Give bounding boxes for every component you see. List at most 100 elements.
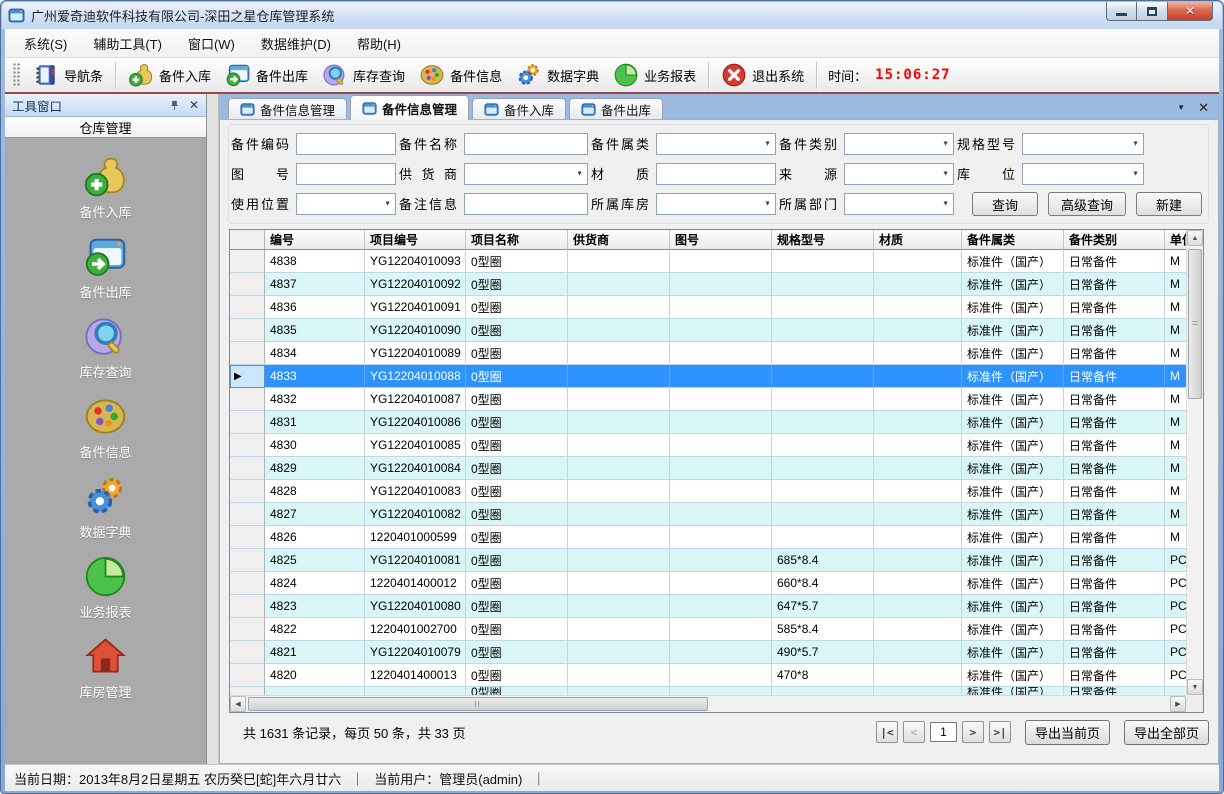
table-row[interactable]: 4829YG122040100840型圈标准件（国产）日常备件M bbox=[230, 457, 1186, 480]
column-header-4[interactable]: 供货商 bbox=[568, 230, 670, 250]
row-selector[interactable] bbox=[230, 388, 265, 411]
title-bar[interactable]: 广州爱奇迪软件科技有限公司-深田之星仓库管理系统 ✕ bbox=[2, 2, 1222, 29]
table-row[interactable]: 4834YG122040100890型圈标准件（国产）日常备件M bbox=[230, 342, 1186, 365]
part-category-select[interactable]: ▼ bbox=[656, 133, 776, 155]
table-row[interactable]: 482412204014000120型圈660*8.4标准件（国产）日常备件PC bbox=[230, 572, 1186, 595]
sidebar-item-stock-query[interactable]: 库存查询 bbox=[46, 314, 166, 381]
material-input[interactable] bbox=[656, 163, 776, 185]
sidebar-item-part-inbound[interactable]: 备件入库 bbox=[46, 154, 166, 221]
scroll-up-icon[interactable]: ▲ bbox=[1187, 230, 1203, 246]
new-button[interactable]: 新建 bbox=[1136, 192, 1202, 216]
menu-item-window[interactable]: 窗口(W) bbox=[175, 30, 248, 57]
menu-item-help[interactable]: 帮助(H) bbox=[344, 30, 414, 57]
row-selector[interactable] bbox=[230, 342, 265, 365]
part-code-input[interactable] bbox=[296, 133, 396, 155]
row-selector[interactable] bbox=[230, 411, 265, 434]
row-selector[interactable] bbox=[230, 434, 265, 457]
table-row[interactable]: 482212204010027000型圈585*8.4标准件（国产）日常备件PC bbox=[230, 618, 1186, 641]
sidebar-splitter[interactable] bbox=[207, 94, 219, 764]
vertical-scroll-thumb[interactable] bbox=[1188, 249, 1202, 399]
column-header-9[interactable]: 备件类别 bbox=[1064, 230, 1165, 250]
row-selector[interactable] bbox=[230, 572, 265, 595]
table-row[interactable]: 4828YG122040100830型圈标准件（国产）日常备件M bbox=[230, 480, 1186, 503]
menu-item-data-maintenance[interactable]: 数据维护(D) bbox=[248, 30, 344, 57]
scroll-right-icon[interactable]: ▶ bbox=[1170, 696, 1186, 712]
advanced-query-button[interactable]: 高级查询 bbox=[1048, 192, 1126, 216]
column-header-3[interactable]: 项目名称 bbox=[466, 230, 568, 250]
table-row[interactable]: 4836YG122040100910型圈标准件（国产）日常备件M bbox=[230, 296, 1186, 319]
row-selector[interactable] bbox=[230, 319, 265, 342]
toolbar-button-part-info[interactable]: 备件信息 bbox=[412, 59, 509, 91]
vertical-scrollbar[interactable]: ▲ ▼ bbox=[1186, 230, 1203, 695]
figure-no-input[interactable] bbox=[296, 163, 396, 185]
export-all-pages-button[interactable]: 导出全部页 bbox=[1124, 720, 1209, 745]
sidebar-item-part-outbound[interactable]: 备件出库 bbox=[46, 234, 166, 301]
column-header-10[interactable]: 单位 bbox=[1165, 230, 1186, 250]
row-selector[interactable] bbox=[230, 273, 265, 296]
row-selector[interactable] bbox=[230, 503, 265, 526]
table-row[interactable]: 4832YG122040100870型圈标准件（国产）日常备件M bbox=[230, 388, 1186, 411]
row-selector[interactable] bbox=[230, 618, 265, 641]
table-row[interactable]: 482612204010005990型圈标准件（国产）日常备件M bbox=[230, 526, 1186, 549]
row-selector[interactable] bbox=[230, 687, 265, 695]
pin-icon[interactable] bbox=[169, 100, 180, 111]
table-row[interactable]: 0型圈标准件（国产）日常备件 bbox=[230, 687, 1186, 695]
tab-part-info-mgmt-1[interactable]: 备件信息管理 bbox=[228, 98, 347, 120]
row-selector[interactable] bbox=[230, 480, 265, 503]
menu-item-system[interactable]: 系统(S) bbox=[11, 30, 80, 57]
scroll-down-icon[interactable]: ▼ bbox=[1187, 679, 1203, 695]
source-select[interactable]: ▼ bbox=[844, 163, 954, 185]
column-header-1[interactable]: 编号 bbox=[265, 230, 365, 250]
tab-list-dropdown-icon[interactable]: ▼ bbox=[1177, 103, 1185, 112]
row-selector[interactable] bbox=[230, 595, 265, 618]
spec-model-select[interactable]: ▼ bbox=[1022, 133, 1144, 155]
table-row[interactable]: 4823YG122040100800型圈647*5.7标准件（国产）日常备件PC bbox=[230, 595, 1186, 618]
last-page-button[interactable]: >| bbox=[989, 721, 1011, 743]
remark-input[interactable] bbox=[464, 193, 588, 215]
tab-close-icon[interactable]: ✕ bbox=[1198, 101, 1209, 114]
minimize-button[interactable] bbox=[1106, 2, 1137, 21]
toolbar-button-business-report[interactable]: 业务报表 bbox=[606, 59, 703, 91]
row-selector[interactable] bbox=[230, 526, 265, 549]
toolbar-button-exit-system[interactable]: 退出系统 bbox=[714, 59, 811, 91]
table-row[interactable]: 4830YG122040100850型圈标准件（国产）日常备件M bbox=[230, 434, 1186, 457]
sidebar-close-icon[interactable]: ✕ bbox=[189, 99, 199, 111]
sidebar-section-header[interactable]: 仓库管理 bbox=[5, 117, 206, 138]
supplier-select[interactable]: ▼ bbox=[464, 163, 588, 185]
sidebar-item-part-info[interactable]: 备件信息 bbox=[46, 394, 166, 461]
toolbar-button-part-outbound[interactable]: 备件出库 bbox=[218, 59, 315, 91]
tab-part-info-mgmt-2[interactable]: 备件信息管理 bbox=[350, 95, 469, 120]
toolbar-grip-handle[interactable] bbox=[13, 63, 20, 87]
part-type-select[interactable]: ▼ bbox=[844, 133, 954, 155]
export-current-page-button[interactable]: 导出当前页 bbox=[1025, 720, 1110, 745]
menu-item-aux-tools[interactable]: 辅助工具(T) bbox=[80, 30, 175, 57]
row-selector[interactable] bbox=[230, 641, 265, 664]
tab-part-outbound[interactable]: 备件出库 bbox=[569, 98, 663, 120]
query-button[interactable]: 查询 bbox=[972, 192, 1038, 216]
next-page-button[interactable]: > bbox=[962, 721, 984, 743]
table-row[interactable]: 4831YG122040100860型圈标准件（国产）日常备件M bbox=[230, 411, 1186, 434]
sidebar-item-business-report[interactable]: 业务报表 bbox=[46, 554, 166, 621]
table-row[interactable]: ▶4833YG122040100880型圈标准件（国产）日常备件M bbox=[230, 365, 1186, 388]
row-selector[interactable]: ▶ bbox=[230, 365, 265, 388]
row-selector[interactable] bbox=[230, 457, 265, 480]
scroll-left-icon[interactable]: ◀ bbox=[230, 696, 246, 712]
table-row[interactable]: 4825YG122040100810型圈685*8.4标准件（国产）日常备件PC bbox=[230, 549, 1186, 572]
row-selector[interactable] bbox=[230, 250, 265, 273]
page-number-input[interactable] bbox=[930, 722, 957, 742]
toolbar-button-data-dict[interactable]: 数据字典 bbox=[509, 59, 606, 91]
column-header-2[interactable]: 项目编号 bbox=[365, 230, 466, 250]
usage-position-select[interactable]: ▼ bbox=[296, 193, 396, 215]
prev-page-button[interactable]: < bbox=[903, 721, 925, 743]
column-header-7[interactable]: 材质 bbox=[874, 230, 962, 250]
toolbar-button-nav-bar[interactable]: 导航条 bbox=[26, 59, 110, 91]
horizontal-scrollbar[interactable]: ◀ ▶ bbox=[230, 695, 1186, 712]
part-name-input[interactable] bbox=[464, 133, 588, 155]
table-row[interactable]: 4821YG122040100790型圈490*5.7标准件（国产）日常备件PC bbox=[230, 641, 1186, 664]
column-header-8[interactable]: 备件属类 bbox=[962, 230, 1064, 250]
table-row[interactable]: 482012204014000130型圈470*8标准件（国产）日常备件PC bbox=[230, 664, 1186, 687]
column-header-5[interactable]: 图号 bbox=[670, 230, 772, 250]
table-row[interactable]: 4835YG122040100900型圈标准件（国产）日常备件M bbox=[230, 319, 1186, 342]
location-select[interactable]: ▼ bbox=[1022, 163, 1144, 185]
close-button[interactable]: ✕ bbox=[1167, 2, 1213, 21]
